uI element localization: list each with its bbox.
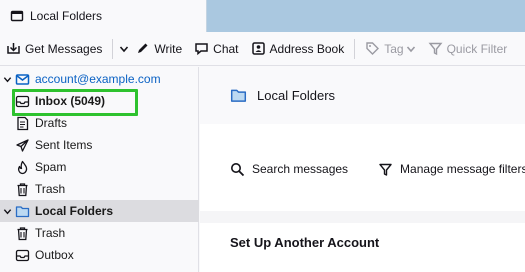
address-book-icon xyxy=(251,41,266,56)
manage-filters-button[interactable]: Manage message filters xyxy=(378,161,525,177)
setup-account-heading: Set Up Another Account xyxy=(230,235,380,250)
search-messages-button[interactable]: Search messages xyxy=(230,161,348,177)
get-messages-dropdown-icon[interactable] xyxy=(119,44,129,54)
quick-actions: Search messages Manage message filters xyxy=(200,151,525,187)
tag-button[interactable]: Tag xyxy=(359,36,421,62)
folder-label: Inbox (5049) xyxy=(35,94,106,108)
folder-item-spam[interactable]: Spam xyxy=(0,156,199,178)
quick-filter-button[interactable]: Quick Filter xyxy=(422,36,514,62)
folder-label: Outbox xyxy=(35,248,74,262)
get-messages-label: Get Messages xyxy=(25,41,103,56)
folder-item-trash[interactable]: Trash xyxy=(0,178,199,200)
pencil-icon xyxy=(135,41,150,56)
toolbar-separator xyxy=(112,38,114,59)
toolbar-separator xyxy=(354,38,356,59)
folder-item-sent[interactable]: Sent Items xyxy=(0,134,199,156)
folder-label: Drafts xyxy=(35,116,68,130)
outbox-icon xyxy=(14,247,30,263)
folder-label: Trash xyxy=(35,182,66,196)
page-title: Local Folders xyxy=(257,88,336,103)
address-book-button[interactable]: Address Book xyxy=(245,36,351,62)
download-icon xyxy=(6,41,21,56)
get-messages-button[interactable]: Get Messages xyxy=(0,36,108,62)
folder-label: Trash xyxy=(35,226,66,240)
account-label: account@example.com xyxy=(35,72,161,86)
folder-icon xyxy=(14,203,30,219)
main-toolbar: Get Messages Write Chat Address Book Tag xyxy=(0,32,525,66)
spam-icon xyxy=(14,159,30,175)
write-label: Write xyxy=(154,41,183,56)
trash-icon xyxy=(14,181,30,197)
folder-pane: account@example.com Inbox (5049) Drafts … xyxy=(0,67,199,272)
folder-item-inbox[interactable]: Inbox (5049) xyxy=(0,90,199,112)
search-icon xyxy=(230,161,246,177)
filter-icon xyxy=(378,161,394,177)
mail-account-icon xyxy=(14,71,30,87)
quick-filter-label: Quick Filter xyxy=(446,41,508,56)
folder-item-outbox[interactable]: Outbox xyxy=(0,244,199,266)
filter-icon xyxy=(428,41,443,56)
folder-icon xyxy=(10,9,24,23)
manage-filters-label: Manage message filters xyxy=(400,162,525,176)
chat-icon xyxy=(194,41,209,56)
write-button[interactable]: Write xyxy=(129,36,188,62)
chat-button[interactable]: Chat xyxy=(188,36,244,62)
address-book-label: Address Book xyxy=(269,41,345,56)
drafts-icon xyxy=(14,115,30,131)
section-divider xyxy=(200,211,525,223)
account-central: Local Folders Search messages Manage mes… xyxy=(200,67,525,272)
inbox-icon xyxy=(14,93,30,109)
folder-item-local-trash[interactable]: Trash xyxy=(0,222,199,244)
chevron-down-icon[interactable] xyxy=(0,207,14,216)
folder-item-drafts[interactable]: Drafts xyxy=(0,112,199,134)
chevron-down-icon[interactable] xyxy=(0,75,14,84)
tag-icon xyxy=(365,41,380,56)
local-folders-row[interactable]: Local Folders xyxy=(0,200,199,222)
chevron-down-icon xyxy=(406,44,416,54)
local-folders-label: Local Folders xyxy=(35,204,114,218)
search-messages-label: Search messages xyxy=(252,162,349,176)
tab-strip: Local Folders xyxy=(0,0,525,32)
tag-label: Tag xyxy=(384,41,404,56)
folder-label: Sent Items xyxy=(35,138,93,152)
tab-local-folders[interactable]: Local Folders xyxy=(0,0,207,32)
account-row[interactable]: account@example.com xyxy=(0,68,199,90)
folder-icon xyxy=(230,87,247,104)
tab-label: Local Folders xyxy=(30,9,103,23)
sent-icon xyxy=(14,137,30,153)
page-title-bar: Local Folders xyxy=(200,67,525,124)
trash-icon xyxy=(14,225,30,241)
folder-label: Spam xyxy=(35,160,67,174)
chat-label: Chat xyxy=(213,41,239,56)
